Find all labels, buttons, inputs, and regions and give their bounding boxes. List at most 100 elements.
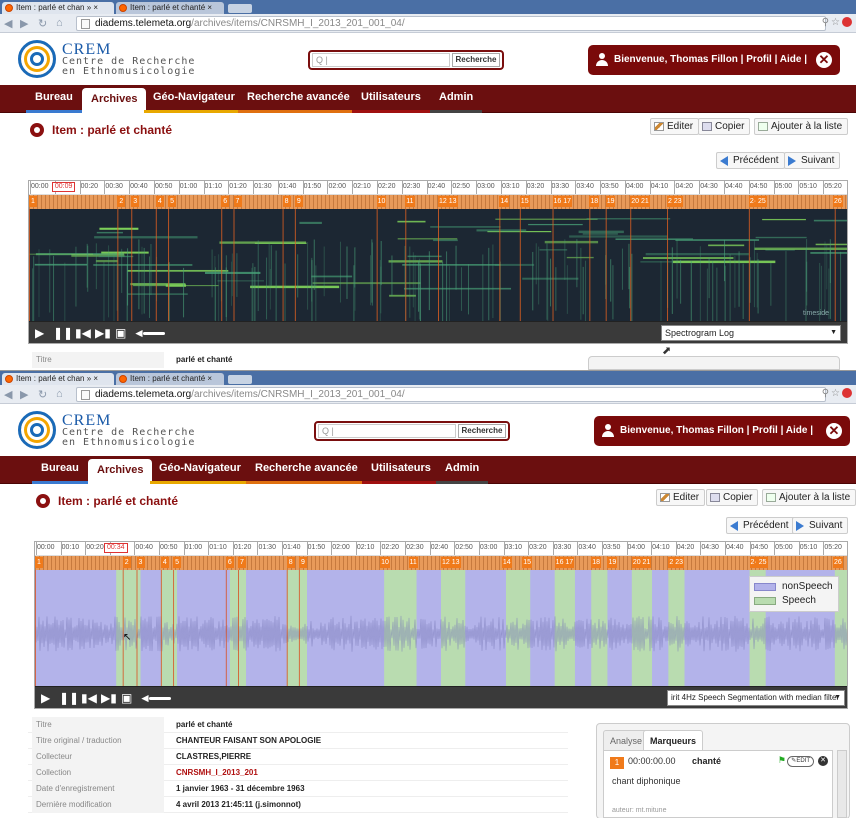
marker-strip[interactable]: 1 2 3 4 5 6 7 8 9 10 11 12 13 14 15 16 17 18 19 20 21 2 23…	[35, 556, 847, 570]
home-icon[interactable]: ⌂	[56, 388, 63, 400]
marker-flag[interactable]: 7	[233, 196, 242, 207]
tab-close-icon[interactable]: » ×	[87, 374, 98, 383]
pause-icon[interactable]: ❚❚	[59, 691, 79, 705]
marker-flag[interactable]: 10	[380, 557, 390, 568]
next-button[interactable]: Suivant	[792, 517, 849, 534]
segmentation-view[interactable]: ↖ nonSpeech Speech	[35, 570, 847, 686]
forward-icon[interactable]: ▶	[20, 17, 28, 30]
star-icon[interactable]: ☆	[831, 17, 842, 28]
marker-description[interactable]: chant diphonique	[612, 776, 681, 786]
menu-geo-navigateur[interactable]: Géo-Navigateur	[144, 85, 244, 113]
search-button[interactable]: Recherche	[452, 53, 500, 67]
browser-tab-1[interactable]: Item : parlé et chan » ×	[2, 2, 114, 14]
marker-flag[interactable]: 2 23	[667, 196, 683, 207]
new-tab-button[interactable]	[228, 4, 252, 13]
marker-flag[interactable]: 15	[519, 196, 530, 207]
view-select[interactable]: Spectrogram Log ▼	[661, 325, 841, 341]
menu-bureau[interactable]: Bureau	[26, 85, 82, 113]
marker-edit-button[interactable]: ✎EDIT	[787, 756, 814, 767]
play-icon[interactable]: ▶	[41, 691, 50, 705]
play-icon[interactable]: ▶	[35, 326, 44, 340]
marker-flag[interactable]: 8	[282, 196, 291, 207]
tab-close-icon[interactable]: ×	[207, 374, 212, 383]
marker-flag[interactable]: 9	[298, 557, 307, 568]
menu-admin[interactable]: Admin	[430, 85, 483, 113]
zoom-icon[interactable]: ⚲	[822, 388, 831, 399]
previous-button[interactable]: Précédent	[726, 517, 795, 534]
browser-tab-2[interactable]: Item : parlé et chanté ×	[116, 2, 224, 14]
adblock-icon[interactable]	[842, 388, 852, 399]
marker-flag[interactable]: 7	[238, 557, 246, 568]
marker-flag[interactable]: 2· 25	[749, 557, 768, 568]
browser-tab-1[interactable]: Item : parlé et chan » ×	[2, 373, 114, 385]
marker-flag[interactable]: 26	[833, 557, 843, 568]
marker-flag[interactable]: 18	[591, 557, 602, 568]
marker-flag[interactable]: 4	[155, 196, 164, 207]
search-input[interactable]: Q |	[318, 424, 456, 438]
add-marker-icon[interactable]: ▣	[115, 326, 126, 340]
marker-flag[interactable]: 18	[589, 196, 600, 207]
marker-flag[interactable]: 19	[605, 196, 616, 207]
add-to-list-button[interactable]: Ajouter à la liste	[762, 489, 856, 506]
marker-flag[interactable]: 15	[522, 557, 532, 568]
pause-icon[interactable]: ❚❚	[53, 326, 73, 340]
menu-admin[interactable]: Admin	[436, 456, 489, 484]
copy-button[interactable]: Copier	[706, 489, 759, 506]
next-button[interactable]: Suivant	[784, 152, 841, 169]
menu-archives[interactable]: Archives	[82, 88, 147, 113]
marker-flag[interactable]: 26	[833, 196, 843, 207]
marker-flag[interactable]: 2 23	[668, 557, 684, 568]
tab-marqueurs[interactable]: Marqueurs	[643, 730, 704, 750]
marker-flag[interactable]: 14	[501, 557, 512, 568]
back-icon[interactable]: ◀	[4, 17, 12, 30]
marker-strip[interactable]: 1 2 3 4 5 6 7 8 9 10 11 12 13 14 15 16 17 18 19 20 21 2 23…	[29, 195, 847, 209]
marker-flag[interactable]: 12 13	[441, 557, 461, 568]
marker-flag[interactable]: 11	[408, 557, 418, 568]
volume-slider[interactable]	[149, 697, 171, 700]
star-icon[interactable]: ☆	[831, 388, 842, 399]
copy-button[interactable]: Copier	[698, 118, 751, 135]
playhead-time[interactable]: 00:34	[104, 543, 128, 553]
marker-flag[interactable]: 2· 25	[748, 196, 767, 207]
adblock-icon[interactable]	[842, 17, 852, 28]
marker-flag[interactable]: 3	[131, 196, 140, 207]
crem-logo-icon[interactable]	[18, 40, 56, 78]
new-tab-button[interactable]	[228, 375, 252, 384]
back-icon[interactable]: ◀	[4, 388, 12, 401]
skip-back-icon[interactable]: ▮◀	[81, 691, 97, 705]
home-icon[interactable]: ⌂	[56, 17, 63, 29]
tab-close-icon[interactable]: » ×	[87, 3, 98, 12]
menu-recherche-avancee[interactable]: Recherche avancée	[246, 456, 367, 484]
scrollbar[interactable]	[837, 750, 847, 818]
edit-button[interactable]: Editer	[656, 489, 706, 506]
menu-archives[interactable]: Archives	[88, 459, 153, 484]
marker-flag[interactable]: 9	[294, 196, 303, 207]
marker-flag[interactable]: 6	[225, 557, 234, 568]
marker-flag[interactable]: 6	[221, 196, 230, 207]
marker-flag[interactable]: 12 13	[438, 196, 458, 207]
add-marker-icon[interactable]: ▣	[121, 691, 132, 705]
zoom-icon[interactable]: ⚲	[822, 17, 831, 28]
logout-icon[interactable]: ✕	[826, 423, 842, 439]
delete-icon[interactable]: ✕	[818, 756, 828, 766]
playhead-time[interactable]: 00:09	[51, 182, 76, 192]
menu-bureau[interactable]: Bureau	[32, 456, 88, 484]
flag-icon[interactable]: ⚑	[778, 755, 786, 766]
url-field[interactable]: diadems.telemeta.org/archives/items/CNRS…	[76, 387, 826, 402]
marker-flag[interactable]: 20 21	[630, 196, 650, 207]
menu-recherche-avancee[interactable]: Recherche avancée	[238, 85, 359, 113]
reload-icon[interactable]: ↻	[38, 388, 47, 401]
crem-logo-icon[interactable]	[18, 411, 56, 449]
url-field[interactable]: diadems.telemeta.org/archives/items/CNRS…	[76, 16, 826, 31]
menu-utilisateurs[interactable]: Utilisateurs	[352, 85, 430, 113]
marker-flag[interactable]: 14	[499, 196, 510, 207]
marker-flag[interactable]: 8	[286, 557, 295, 568]
time-ruler[interactable]: 00:0000:1000:2000:3000:4000:5001:0001:10…	[29, 181, 847, 195]
search-input[interactable]: Q |	[312, 53, 450, 67]
reload-icon[interactable]: ↻	[38, 17, 47, 30]
marker-flag[interactable]: 5	[173, 557, 182, 568]
marker-flag[interactable]: 5	[168, 196, 177, 207]
logout-icon[interactable]: ✕	[816, 52, 832, 68]
marker-flag[interactable]: 3	[136, 557, 145, 568]
skip-forward-icon[interactable]: ▶▮	[101, 691, 117, 705]
